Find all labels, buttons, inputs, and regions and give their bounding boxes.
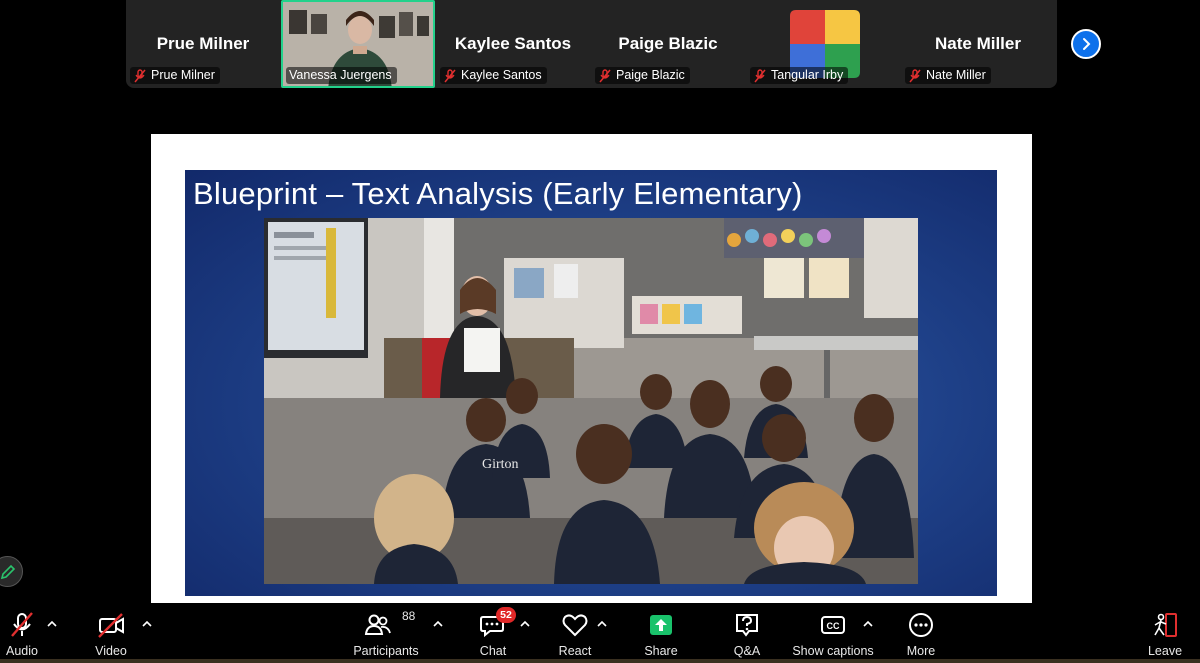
participant-tile-paige-blazic[interactable]: Paige Blazic Paige Blazic xyxy=(591,0,745,88)
participants-options-caret-icon[interactable] xyxy=(432,619,444,629)
participants-label: Participants xyxy=(353,644,419,658)
qa-label: Q&A xyxy=(733,644,761,658)
participant-tile-vanessa-juergens[interactable]: Vanessa Juergens xyxy=(281,0,435,88)
react-options-caret-icon[interactable] xyxy=(596,619,608,629)
participant-name: Kaylee Santos xyxy=(454,34,572,53)
captions-icon: CC xyxy=(821,616,845,634)
slide-title: Blueprint – Text Analysis (Early Element… xyxy=(193,176,803,211)
react-label: React xyxy=(558,644,592,658)
heart-icon xyxy=(562,614,588,637)
show-captions-label: Show captions xyxy=(792,644,874,658)
show-captions-button[interactable]: CC Show captions xyxy=(792,603,874,663)
annotate-button[interactable] xyxy=(0,556,23,587)
participant-label: Vanessa Juergens xyxy=(286,67,397,84)
video-options-caret-icon[interactable] xyxy=(141,619,153,629)
leave-icon xyxy=(1154,613,1177,637)
participant-label-text: Paige Blazic xyxy=(616,68,685,82)
participant-tile-prue-milner[interactable]: Prue Milner Prue Milner xyxy=(126,0,280,88)
audio-label: Audio xyxy=(6,644,38,658)
audio-button[interactable]: Audio xyxy=(0,603,44,663)
share-button[interactable]: Share xyxy=(642,603,680,663)
participant-label: Prue Milner xyxy=(130,67,220,84)
presentation-slide: Blueprint – Text Analysis (Early Element… xyxy=(185,170,997,596)
participant-name: Prue Milner xyxy=(156,34,250,53)
question-icon xyxy=(736,614,758,637)
pencil-icon xyxy=(0,564,15,579)
participants-icon xyxy=(364,614,391,635)
participant-name: Paige Blazic xyxy=(618,34,718,53)
participant-tile-kaylee-santos[interactable]: Kaylee Santos Kaylee Santos xyxy=(436,0,590,88)
participant-tile-nate-miller[interactable]: Nate Miller Nate Miller xyxy=(901,0,1055,88)
participant-label-text: Prue Milner xyxy=(151,68,215,82)
muted-mic-icon xyxy=(754,68,766,82)
participant-label: Paige Blazic xyxy=(595,67,690,84)
meeting-toolbar: Audio Video 88 Participants 52 Chat Reac… xyxy=(0,603,1200,663)
leave-label: Leave xyxy=(1147,644,1183,658)
react-button[interactable]: React xyxy=(556,603,594,663)
captions-options-caret-icon[interactable] xyxy=(862,619,874,629)
video-label: Video xyxy=(95,644,127,658)
leave-button[interactable]: Leave xyxy=(1146,603,1184,663)
shared-screen: Blueprint – Text Analysis (Early Element… xyxy=(151,134,1032,603)
next-page-button[interactable] xyxy=(1071,29,1101,59)
taskbar-edge xyxy=(0,659,1200,663)
muted-mic-icon xyxy=(599,68,611,82)
participant-label: Kaylee Santos xyxy=(440,67,547,84)
share-label: Share xyxy=(644,644,678,658)
muted-mic-icon xyxy=(11,612,33,637)
participants-count: 88 xyxy=(402,609,416,623)
more-button[interactable]: More xyxy=(902,603,940,663)
participant-strip: Prue Milner Prue Milner Vanessa Juergens… xyxy=(126,0,1057,88)
more-icon xyxy=(909,613,933,637)
participant-label-text: Vanessa Juergens xyxy=(289,68,392,82)
classroom-photo: Girton xyxy=(264,218,918,584)
chat-label: Chat xyxy=(479,644,507,658)
classroom-image: Girton xyxy=(264,218,918,584)
chat-icon-wrap: 52 xyxy=(479,607,516,639)
participant-tile-tangular-irby[interactable]: Tangular Irby xyxy=(746,0,900,88)
share-screen-icon xyxy=(650,615,672,635)
qa-button[interactable]: Q&A xyxy=(728,603,766,663)
participant-label: Nate Miller xyxy=(905,67,991,84)
participant-label-text: Tangular Irby xyxy=(771,68,844,82)
participant-label-text: Kaylee Santos xyxy=(461,68,542,82)
video-off-icon xyxy=(98,613,124,638)
audio-options-caret-icon[interactable] xyxy=(46,619,58,629)
shirt-text: Girton xyxy=(482,457,519,472)
more-label: More xyxy=(906,644,936,658)
participants-button[interactable]: 88 Participants xyxy=(352,603,420,663)
chat-unread-badge: 52 xyxy=(496,607,516,623)
participant-label-text: Nate Miller xyxy=(926,68,986,82)
share-letterbox xyxy=(151,88,1032,134)
muted-mic-icon xyxy=(444,68,456,82)
muted-mic-icon xyxy=(134,68,146,82)
video-button[interactable]: Video xyxy=(88,603,134,663)
chat-options-caret-icon[interactable] xyxy=(519,619,531,629)
participant-name: Nate Miller xyxy=(935,34,1021,53)
muted-mic-icon xyxy=(909,68,921,82)
svg-text:CC: CC xyxy=(827,621,840,631)
chevron-right-icon xyxy=(1083,38,1091,50)
participant-label: Tangular Irby xyxy=(750,67,849,84)
chat-button[interactable]: 52 Chat xyxy=(474,603,516,663)
